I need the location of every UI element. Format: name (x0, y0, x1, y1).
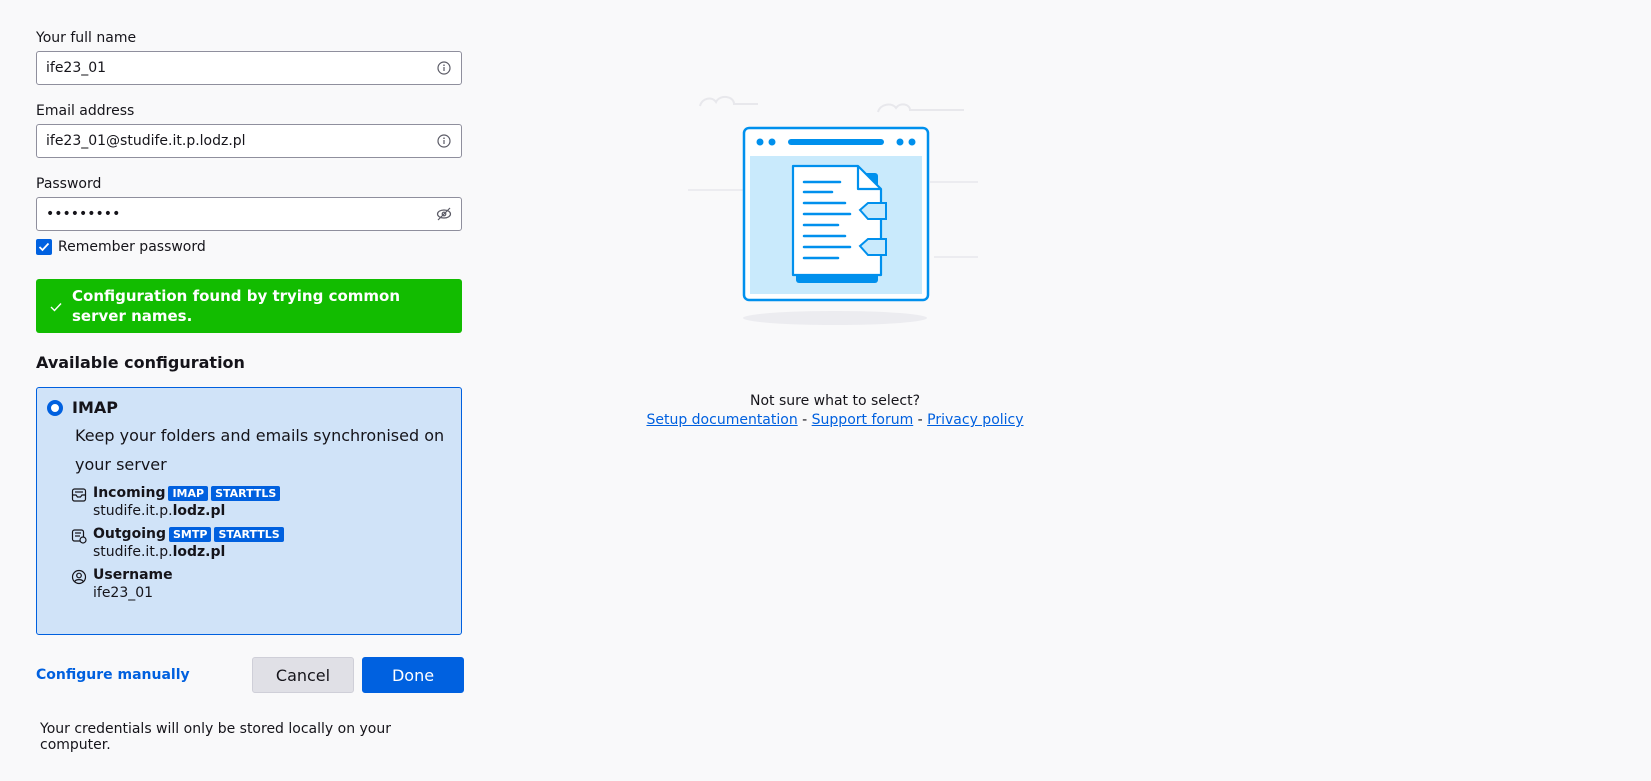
email-field-wrapper (36, 124, 462, 158)
imap-config-card[interactable]: IMAP Keep your folders and emails synchr… (36, 387, 462, 635)
outbox-icon (71, 528, 87, 544)
name-label: Your full name (36, 30, 137, 46)
inbox-icon (71, 487, 87, 503)
status-message: Configuration found by trying common ser… (72, 287, 401, 325)
status-banner: Configuration found by trying common ser… (36, 279, 462, 333)
info-icon[interactable] (436, 133, 452, 149)
setup-documentation-link[interactable]: Setup documentation (646, 412, 797, 428)
name-input[interactable] (37, 52, 461, 84)
incoming-protocol-tag: IMAP (168, 485, 209, 501)
remember-password-checkbox[interactable] (36, 239, 52, 255)
help-question: Not sure what to select? (749, 393, 921, 409)
outgoing-label: Outgoing (93, 526, 166, 542)
credentials-note: Your credentials will only be stored loc… (40, 721, 392, 753)
support-forum-link[interactable]: Support forum (812, 412, 914, 428)
protocol-row: IMAP (47, 398, 449, 417)
outgoing-server: Outgoing SMTP STARTTLS studife.it.p.lodz… (71, 526, 449, 560)
password-field-wrapper (36, 197, 462, 231)
password-input[interactable] (37, 198, 461, 230)
imap-radio[interactable] (47, 399, 63, 416)
name-field-wrapper (36, 51, 462, 85)
outgoing-protocol-tag: SMTP (169, 526, 212, 542)
email-label: Email address (36, 103, 135, 119)
incoming-host: studife.it.p.lodz.pl (93, 503, 226, 519)
protocol-name: IMAP (72, 398, 118, 417)
username-info: Username ife23_01 (71, 567, 449, 601)
user-icon (71, 569, 87, 585)
outgoing-security-tag: STARTTLS (214, 526, 284, 542)
setup-illustration (688, 92, 988, 332)
action-row: Configure manually Cancel Done (36, 657, 464, 693)
link-separator: - (913, 412, 928, 428)
remember-password-row[interactable]: Remember password (36, 239, 462, 255)
incoming-label: Incoming (93, 485, 166, 501)
help-links: Setup documentation - Support forum - Pr… (620, 411, 1050, 430)
email-input[interactable] (37, 125, 461, 157)
password-label: Password (36, 176, 102, 192)
configure-manually-link[interactable]: Configure manually (36, 667, 190, 683)
check-icon (50, 297, 62, 317)
outgoing-host: studife.it.p.lodz.pl (93, 544, 226, 560)
incoming-security-tag: STARTTLS (211, 485, 281, 501)
cancel-button[interactable]: Cancel (252, 657, 354, 693)
remember-password-label: Remember password (58, 239, 206, 255)
username-label: Username (93, 567, 173, 583)
privacy-policy-link[interactable]: Privacy policy (927, 412, 1023, 428)
username-value: ife23_01 (93, 585, 154, 601)
account-setup-form: Your full name Email address Password Re… (36, 30, 464, 753)
help-section: Not sure what to select? Setup documenta… (620, 392, 1050, 430)
done-button[interactable]: Done (362, 657, 464, 693)
available-config-title: Available configuration (36, 353, 245, 372)
eye-slash-icon[interactable] (436, 206, 452, 222)
incoming-server: Incoming IMAP STARTTLS studife.it.p.lodz… (71, 485, 449, 519)
protocol-description: Keep your folders and emails synchronise… (75, 426, 445, 474)
info-icon[interactable] (436, 60, 452, 76)
link-separator: - (797, 412, 812, 428)
